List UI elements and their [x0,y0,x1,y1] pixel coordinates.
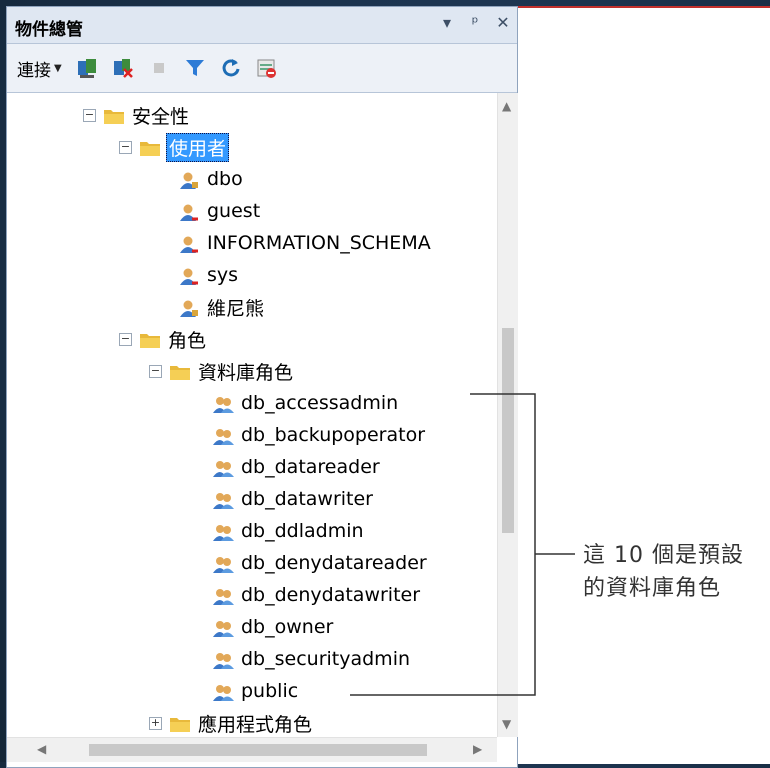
annotation-line-2: 的資料庫角色 [583,576,722,601]
annotation-line-1: 這 10 個是預設 [583,543,744,568]
annotation-bracket [350,393,575,696]
